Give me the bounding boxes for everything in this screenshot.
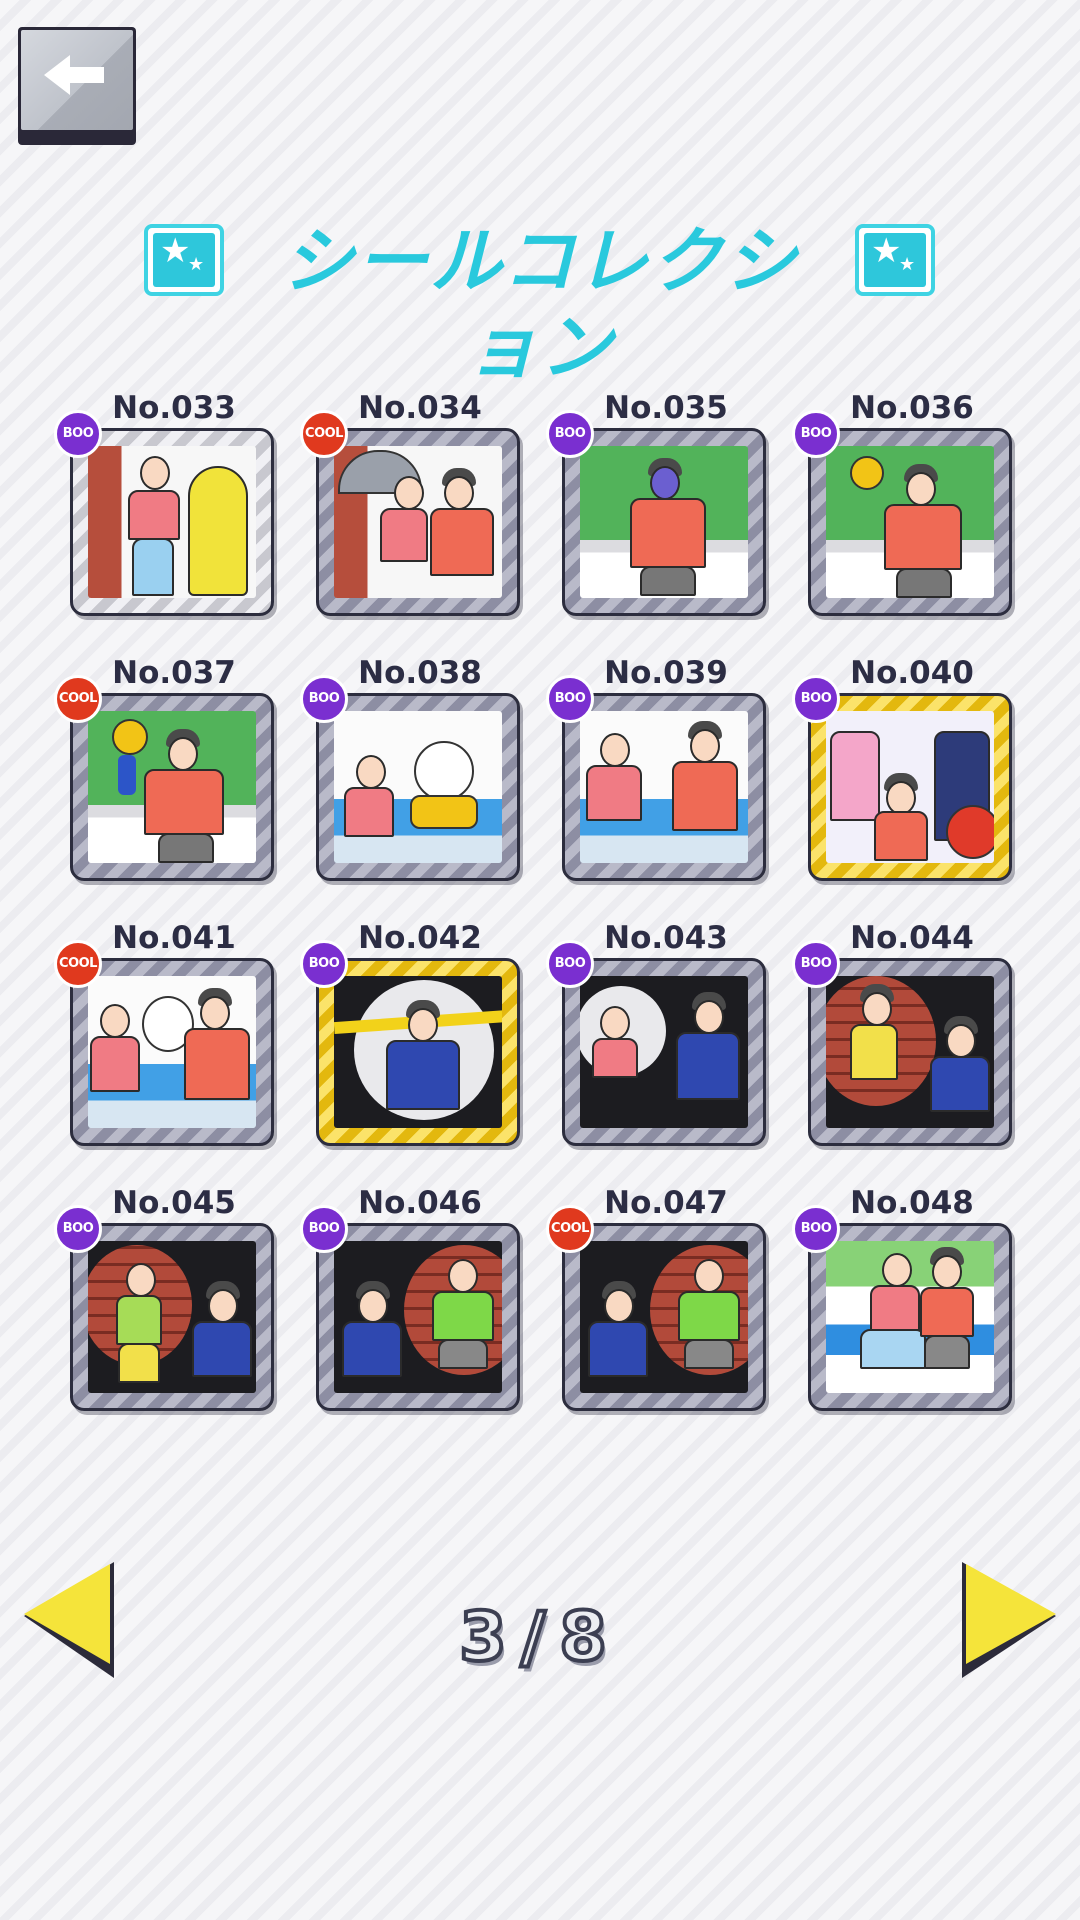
sticker-image bbox=[580, 446, 748, 598]
boo-badge: BOO bbox=[546, 675, 594, 723]
sticker-image bbox=[580, 976, 748, 1128]
sticker-image bbox=[826, 976, 994, 1128]
back-button[interactable] bbox=[18, 27, 136, 145]
sticker-image bbox=[88, 446, 256, 598]
page-separator: / bbox=[519, 1596, 560, 1679]
sticker-image bbox=[826, 711, 994, 863]
sticker-image bbox=[826, 1241, 994, 1393]
sticker-card[interactable]: No.041 COOL bbox=[54, 920, 274, 1150]
star-sticker-icon: ★ ★ bbox=[855, 224, 935, 296]
sticker-card[interactable]: No.034 COOL bbox=[300, 390, 520, 620]
sticker-frame bbox=[70, 693, 274, 881]
sticker-image bbox=[334, 1241, 502, 1393]
sticker-image bbox=[580, 711, 748, 863]
title-bar: ★ ★ シールコレクション ★ ★ bbox=[0, 218, 1080, 389]
sticker-card[interactable]: No.033 BOO bbox=[54, 390, 274, 620]
boo-badge: BOO bbox=[54, 1205, 102, 1253]
sticker-frame bbox=[808, 693, 1012, 881]
sticker-card[interactable]: No.047 COOL bbox=[546, 1185, 766, 1415]
boo-badge: BOO bbox=[792, 940, 840, 988]
sticker-card[interactable]: No.036 BOO bbox=[792, 390, 1012, 620]
sticker-card[interactable]: No.037 COOL bbox=[54, 655, 274, 885]
sticker-card[interactable]: No.035 BOO bbox=[546, 390, 766, 620]
boo-badge: BOO bbox=[300, 1205, 348, 1253]
sticker-card[interactable]: No.039 BOO bbox=[546, 655, 766, 885]
sticker-frame bbox=[808, 1223, 1012, 1411]
sticker-image bbox=[334, 711, 502, 863]
star-sticker-icon: ★ ★ bbox=[144, 224, 224, 296]
sticker-card[interactable]: No.045 BOO bbox=[54, 1185, 274, 1415]
boo-badge: BOO bbox=[792, 410, 840, 458]
sticker-image bbox=[334, 976, 502, 1128]
sticker-card[interactable]: No.044 BOO bbox=[792, 920, 1012, 1150]
boo-badge: BOO bbox=[546, 410, 594, 458]
boo-badge: BOO bbox=[300, 675, 348, 723]
page-current: 3 bbox=[457, 1596, 521, 1679]
sticker-image bbox=[826, 446, 994, 598]
sticker-frame bbox=[316, 1223, 520, 1411]
sticker-frame bbox=[562, 958, 766, 1146]
sticker-image bbox=[334, 446, 502, 598]
sticker-frame bbox=[316, 693, 520, 881]
sticker-card[interactable]: No.043 BOO bbox=[546, 920, 766, 1150]
boo-badge: BOO bbox=[54, 410, 102, 458]
sticker-frame bbox=[316, 428, 520, 616]
sticker-image bbox=[580, 1241, 748, 1393]
triangle-left-icon[interactable] bbox=[20, 1560, 120, 1680]
sticker-frame bbox=[70, 428, 274, 616]
page-indicator: 3/8 bbox=[340, 1596, 740, 1679]
sticker-card[interactable]: No.042 BOO bbox=[300, 920, 520, 1150]
sticker-frame bbox=[562, 693, 766, 881]
triangle-right-icon[interactable] bbox=[960, 1560, 1060, 1680]
cool-badge: COOL bbox=[300, 410, 348, 458]
boo-badge: BOO bbox=[792, 675, 840, 723]
boo-badge: BOO bbox=[792, 1205, 840, 1253]
sticker-card[interactable]: No.038 BOO bbox=[300, 655, 520, 885]
sticker-frame bbox=[70, 1223, 274, 1411]
sticker-image bbox=[88, 711, 256, 863]
sticker-frame bbox=[562, 1223, 766, 1411]
sticker-frame bbox=[316, 958, 520, 1146]
sticker-frame bbox=[70, 958, 274, 1146]
sticker-card[interactable]: No.040 BOO bbox=[792, 655, 1012, 885]
sticker-card[interactable]: No.048 BOO bbox=[792, 1185, 1012, 1415]
boo-badge: BOO bbox=[300, 940, 348, 988]
sticker-card[interactable]: No.046 BOO bbox=[300, 1185, 520, 1415]
sticker-frame bbox=[808, 428, 1012, 616]
sticker-image bbox=[88, 1241, 256, 1393]
page-title: シールコレクション bbox=[281, 219, 799, 389]
sticker-frame bbox=[808, 958, 1012, 1146]
page-total: 8 bbox=[557, 1596, 621, 1679]
cool-badge: COOL bbox=[546, 1205, 594, 1253]
sticker-image bbox=[88, 976, 256, 1128]
cool-badge: COOL bbox=[54, 675, 102, 723]
boo-badge: BOO bbox=[546, 940, 594, 988]
cool-badge: COOL bbox=[54, 940, 102, 988]
back-arrow-icon bbox=[44, 55, 104, 95]
sticker-frame bbox=[562, 428, 766, 616]
